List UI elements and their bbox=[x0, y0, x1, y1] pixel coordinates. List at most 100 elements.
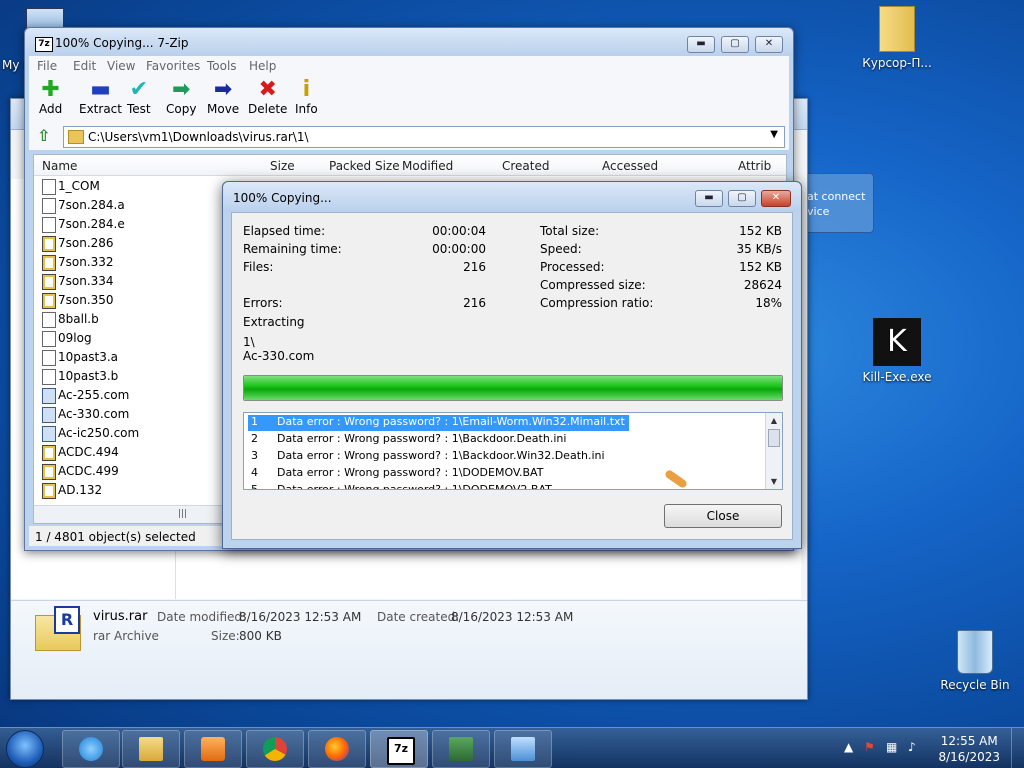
show-desktop-button[interactable] bbox=[1011, 728, 1024, 768]
column-name[interactable]: Name bbox=[42, 159, 77, 173]
column-accessed[interactable]: Accessed bbox=[602, 159, 658, 173]
chevron-down-icon[interactable]: ▼ bbox=[770, 129, 778, 140]
compressed-size-value: 28624 bbox=[743, 278, 782, 292]
delete-x-icon: ✖ bbox=[258, 77, 277, 102]
taskbar-chrome[interactable] bbox=[246, 730, 304, 768]
file-row[interactable]: 7son.284.a bbox=[34, 196, 234, 215]
file-row[interactable]: 09log bbox=[34, 329, 234, 348]
file-row[interactable]: 8ball.b bbox=[34, 310, 234, 329]
log-row[interactable]: 3 Data error : Wrong password? : 1\Backdo… bbox=[248, 449, 609, 465]
speed-label: Speed: bbox=[540, 242, 582, 256]
tray-chevron-up-icon[interactable]: ▲ bbox=[844, 740, 853, 754]
file-row[interactable]: 7son.350 bbox=[34, 291, 234, 310]
file-row[interactable]: Ac-ic250.com bbox=[34, 424, 234, 443]
address-bar: ⇧ C:\Users\vm1\Downloads\virus.rar\1\ ▼ bbox=[29, 124, 789, 150]
log-row[interactable]: 1 Data error : Wrong password? : 1\Email-… bbox=[248, 415, 629, 431]
file-name: 09log bbox=[58, 331, 92, 345]
taskbar-7zip[interactable]: 7z bbox=[370, 730, 428, 768]
scroll-thumb[interactable] bbox=[768, 429, 780, 447]
menu-file[interactable]: File bbox=[37, 59, 57, 73]
column-size[interactable]: Size bbox=[270, 159, 295, 173]
tray-clock[interactable]: 12:55 AM 8/16/2023 bbox=[938, 733, 1000, 765]
taskbar-control-panel[interactable] bbox=[494, 730, 552, 768]
details-file-type: rar Archive bbox=[93, 629, 159, 643]
log-row[interactable]: 5 Data error : Wrong password? : 1\DODEMO… bbox=[248, 483, 556, 490]
file-row[interactable]: 7son.284.e bbox=[34, 215, 234, 234]
tray-flag-icon[interactable]: ⚑ bbox=[864, 740, 875, 754]
desktop-icon-cursor-folder[interactable]: Курсор-П... bbox=[852, 6, 942, 70]
file-row[interactable]: Ac-330.com bbox=[34, 405, 234, 424]
progress-dialog: 100% Copying... ▬ ▢ ✕ Elapsed time: 00:0… bbox=[222, 181, 802, 549]
desktop-icon-kill-exe[interactable]: K Kill-Exe.exe bbox=[852, 318, 942, 384]
maximize-button[interactable]: ▢ bbox=[728, 190, 756, 207]
file-name: Ac-330.com bbox=[58, 407, 130, 421]
up-folder-icon[interactable]: ⇧ bbox=[37, 127, 55, 145]
scroll-down-icon[interactable]: ▼ bbox=[766, 477, 782, 486]
executable-file-icon bbox=[42, 388, 56, 404]
move-button[interactable]: ➡ Move bbox=[207, 78, 239, 117]
column-created[interactable]: Created bbox=[502, 159, 550, 173]
vertical-scrollbar[interactable]: ▲ ▼ bbox=[765, 413, 782, 489]
start-button[interactable] bbox=[6, 730, 44, 768]
taskbar-system-app[interactable] bbox=[432, 730, 490, 768]
status-text: 1 / 4801 object(s) selected bbox=[35, 530, 196, 544]
log-row[interactable]: 2 Data error : Wrong password? : 1\Backdo… bbox=[248, 432, 570, 448]
menu-tools[interactable]: Tools bbox=[207, 59, 237, 73]
log-row[interactable]: 4 Data error : Wrong password? : 1\DODEMO… bbox=[248, 466, 547, 482]
menu-view[interactable]: View bbox=[107, 59, 135, 73]
maximize-button[interactable]: ▢ bbox=[721, 36, 749, 53]
log-row-number: 5 bbox=[251, 483, 258, 490]
column-modified[interactable]: Modified bbox=[402, 159, 453, 173]
extract-button[interactable]: ▬ Extract bbox=[79, 78, 122, 117]
menu-help[interactable]: Help bbox=[249, 59, 276, 73]
copy-button[interactable]: ➡ Copy bbox=[166, 78, 196, 117]
sevenzip-titlebar[interactable]: 7z 100% Copying... 7-Zip ▬ ▢ ✕ bbox=[25, 28, 793, 56]
file-row[interactable]: AD.132 bbox=[34, 481, 234, 500]
error-log-list[interactable]: 1 Data error : Wrong password? : 1\Email-… bbox=[243, 412, 783, 490]
minimize-button[interactable]: ▬ bbox=[695, 190, 723, 207]
file-row[interactable]: Ac-255.com bbox=[34, 386, 234, 405]
file-name: ACDC.494 bbox=[58, 445, 119, 459]
total-size-label: Total size: bbox=[540, 224, 600, 238]
info-button[interactable]: i Info bbox=[295, 78, 318, 117]
tray-network-icon[interactable]: ▦ bbox=[886, 740, 897, 754]
column-attrib[interactable]: Attrib bbox=[738, 159, 771, 173]
column-packed-size[interactable]: Packed Size bbox=[329, 159, 400, 173]
taskbar-explorer[interactable] bbox=[122, 730, 180, 768]
scroll-up-icon[interactable]: ▲ bbox=[766, 416, 782, 425]
menu-favorites[interactable]: Favorites bbox=[146, 59, 200, 73]
menu-bar: File Edit View Favorites Tools Help bbox=[29, 56, 789, 76]
rar-archive-icon: R bbox=[35, 606, 81, 651]
file-row[interactable]: 1_COM bbox=[34, 177, 234, 196]
progress-titlebar[interactable]: 100% Copying... ▬ ▢ ✕ bbox=[223, 182, 801, 212]
menu-edit[interactable]: Edit bbox=[73, 59, 96, 73]
clock-date: 8/16/2023 bbox=[938, 750, 1000, 764]
desktop-icon-recycle-bin[interactable]: Recycle Bin bbox=[930, 630, 1020, 692]
operation-text: Extracting bbox=[243, 315, 305, 329]
media-player-icon bbox=[201, 737, 225, 761]
close-dialog-button[interactable]: ✕ bbox=[761, 190, 791, 207]
taskbar-firefox[interactable] bbox=[308, 730, 366, 768]
file-row[interactable]: 7son.286 bbox=[34, 234, 234, 253]
file-row[interactable]: ACDC.494 bbox=[34, 443, 234, 462]
address-input[interactable]: C:\Users\vm1\Downloads\virus.rar\1\ ▼ bbox=[63, 126, 785, 148]
taskbar-media-player[interactable] bbox=[184, 730, 242, 768]
log-row-text: Data error : Wrong password? : 1\DODEMOV… bbox=[277, 483, 552, 490]
delete-button[interactable]: ✖ Delete bbox=[248, 77, 287, 117]
file-row[interactable]: ACDC.499 bbox=[34, 462, 234, 481]
file-row[interactable]: 7son.332 bbox=[34, 253, 234, 272]
check-icon: ✔ bbox=[129, 77, 149, 102]
file-row[interactable]: 10past3.a bbox=[34, 348, 234, 367]
file-row[interactable]: 10past3.b bbox=[34, 367, 234, 386]
file-icon bbox=[42, 331, 56, 347]
add-button[interactable]: ✚ Add bbox=[39, 77, 62, 117]
close-button[interactable]: Close bbox=[664, 504, 782, 528]
minimize-button[interactable]: ▬ bbox=[687, 36, 715, 53]
file-row[interactable]: 7son.334 bbox=[34, 272, 234, 291]
plus-icon: ✚ bbox=[41, 77, 60, 102]
taskbar-ie[interactable] bbox=[62, 730, 120, 768]
horizontal-scrollbar[interactable]: ||| bbox=[34, 505, 224, 523]
tray-volume-icon[interactable]: ♪ bbox=[908, 740, 916, 754]
close-window-button[interactable]: ✕ bbox=[755, 36, 783, 53]
test-button[interactable]: ✔ Test bbox=[127, 77, 151, 117]
